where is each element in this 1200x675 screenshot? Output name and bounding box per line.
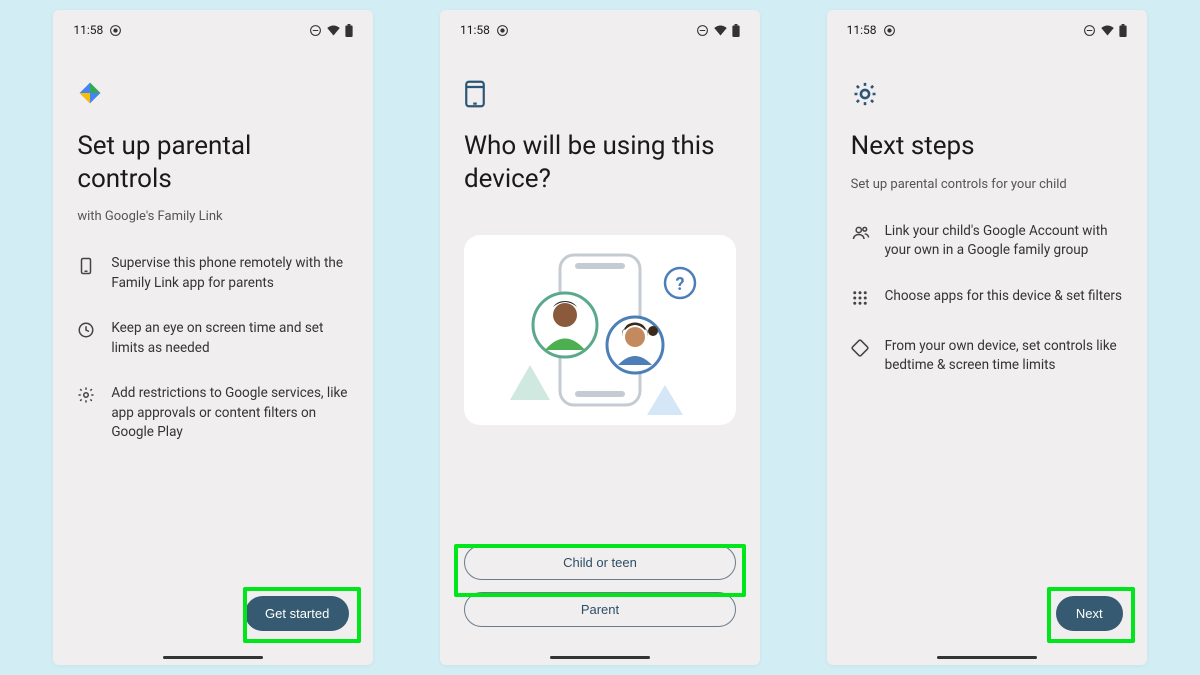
- battery-icon: [345, 24, 353, 37]
- steps-list: Link your child's Google Account with yo…: [851, 222, 1123, 376]
- settings-system-icon: [496, 24, 509, 37]
- feature-text: Supervise this phone remotely with the F…: [111, 254, 349, 293]
- device-icon: [464, 80, 736, 110]
- battery-icon: [1119, 24, 1127, 37]
- page-subtitle: with Google's Family Link: [77, 209, 349, 224]
- step-choose-apps: Choose apps for this device & set filter…: [851, 287, 1123, 311]
- battery-icon: [732, 24, 740, 37]
- feature-restrictions: Add restrictions to Google services, lik…: [77, 384, 349, 443]
- step-text: Link your child's Google Account with yo…: [885, 222, 1123, 261]
- wifi-icon: [713, 24, 728, 37]
- wifi-icon: [1100, 24, 1115, 37]
- tag-icon: [851, 339, 871, 361]
- family-link-icon: [77, 80, 349, 110]
- page-title: Next steps: [851, 130, 1123, 163]
- screen-setup: 11:58 Set up parental controls with Goog…: [53, 10, 373, 665]
- page-title: Who will be using this device?: [464, 130, 736, 195]
- status-time: 11:58: [460, 23, 490, 37]
- people-icon: [851, 224, 871, 246]
- phone-icon: [77, 256, 97, 280]
- feature-text: Add restrictions to Google services, lik…: [111, 384, 349, 443]
- status-time: 11:58: [847, 23, 877, 37]
- step-text: From your own device, set controls like …: [885, 337, 1123, 376]
- wifi-icon: [326, 24, 341, 37]
- status-bar: 11:58: [845, 10, 1129, 50]
- option-child-button[interactable]: Child or teen: [464, 545, 736, 580]
- status-bar: 11:58: [71, 10, 355, 50]
- dnd-icon: [309, 24, 322, 37]
- nav-handle[interactable]: [163, 656, 263, 660]
- user-options: Child or teen Parent: [464, 545, 736, 639]
- page-title: Set up parental controls: [77, 130, 349, 195]
- step-link-account: Link your child's Google Account with yo…: [851, 222, 1123, 261]
- apps-grid-icon: [851, 289, 871, 311]
- nav-handle[interactable]: [550, 656, 650, 660]
- feature-screentime: Keep an eye on screen time and set limit…: [77, 319, 349, 358]
- page-subtitle: Set up parental controls for your child: [851, 177, 1123, 192]
- settings-system-icon: [883, 24, 896, 37]
- settings-system-icon: [109, 24, 122, 37]
- svg-text:?: ?: [676, 274, 685, 295]
- step-set-controls: From your own device, set controls like …: [851, 337, 1123, 376]
- gear-icon: [77, 386, 97, 408]
- screen-who: 11:58 Who will be using this device? ?: [440, 10, 760, 665]
- feature-text: Keep an eye on screen time and set limit…: [111, 319, 349, 358]
- gear-header-icon: [851, 80, 1123, 110]
- nav-handle[interactable]: [937, 656, 1037, 660]
- feature-list: Supervise this phone remotely with the F…: [77, 254, 349, 443]
- status-time: 11:58: [73, 23, 103, 37]
- dnd-icon: [696, 24, 709, 37]
- step-text: Choose apps for this device & set filter…: [885, 287, 1122, 307]
- illustration: ?: [464, 235, 736, 425]
- feature-supervise: Supervise this phone remotely with the F…: [77, 254, 349, 293]
- clock-icon: [77, 321, 97, 343]
- status-bar: 11:58: [458, 10, 742, 50]
- get-started-button[interactable]: Get started: [245, 596, 349, 631]
- dnd-icon: [1083, 24, 1096, 37]
- option-parent-button[interactable]: Parent: [464, 592, 736, 627]
- next-button[interactable]: Next: [1056, 596, 1123, 631]
- screen-next-steps: 11:58 Next steps Set up parental control…: [827, 10, 1147, 665]
